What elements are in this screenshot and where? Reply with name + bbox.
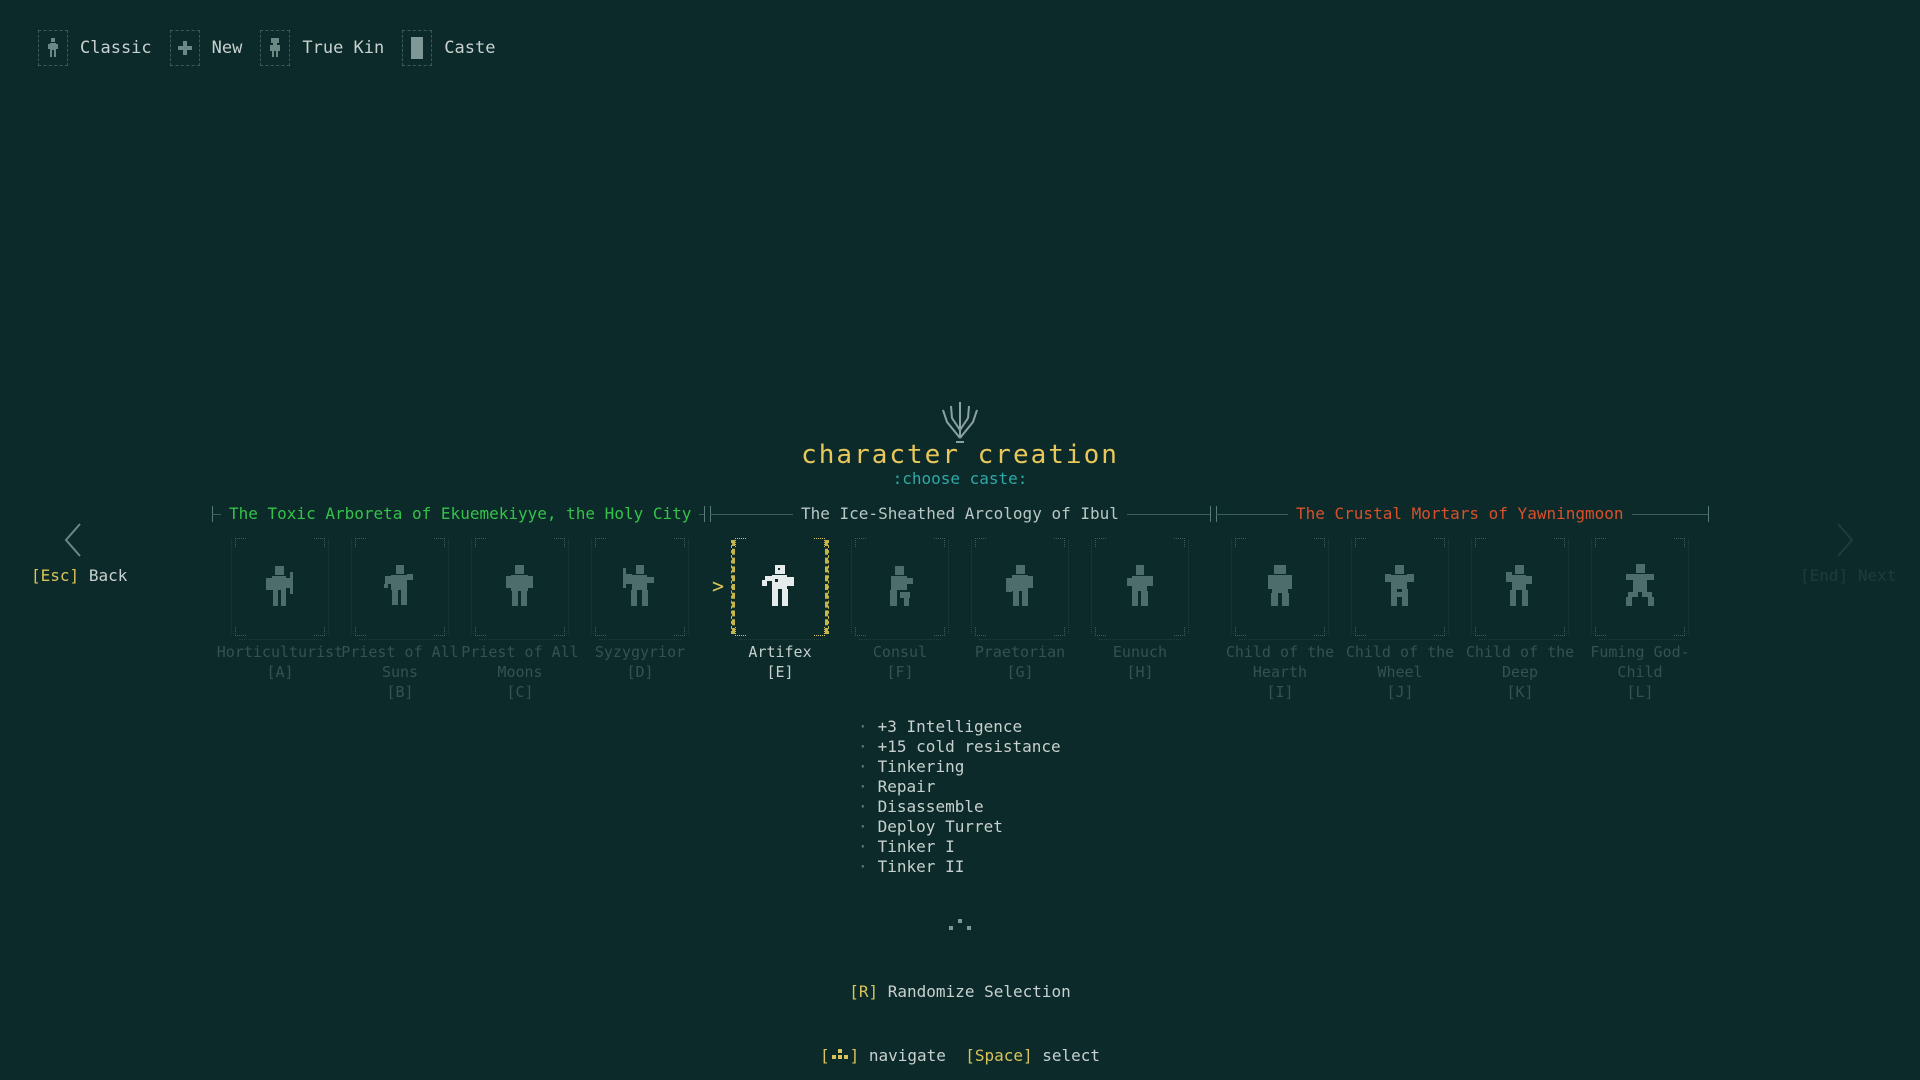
back-button[interactable]: [Esc] Back — [31, 566, 127, 585]
ability-item: Repair — [858, 777, 1061, 797]
caste-label: Child of the Deep [K] — [1465, 643, 1575, 701]
page-subtitle: :choose caste: — [892, 469, 1028, 488]
fuming-god-child-icon — [1626, 564, 1654, 606]
randomize-button[interactable]: [R] Randomize Selection — [0, 982, 1920, 1001]
caste-card-fuming-god-child[interactable] — [1591, 534, 1689, 640]
breadcrumb-label: Caste — [444, 38, 496, 58]
chevron-left-icon[interactable] — [62, 522, 84, 562]
next-button[interactable]: [End] Next — [1800, 566, 1896, 585]
select-key: [Space] — [965, 1046, 1033, 1065]
ability-item: Tinker I — [858, 837, 1061, 857]
region-label-ekuemekiyye: The Toxic Arboreta of Ekuemekiyye, the H… — [221, 504, 700, 523]
caste-card-child-of-the-wheel[interactable] — [1351, 534, 1449, 640]
caste-label: Praetorian [G] — [974, 643, 1066, 681]
caste-card-artifex[interactable] — [731, 534, 829, 640]
page-title: character creation — [801, 440, 1119, 470]
caste-card-syzygyrior[interactable] — [591, 534, 689, 640]
priest-of-all-moons-icon — [506, 565, 533, 606]
back-label: Back — [88, 566, 128, 585]
breadcrumb-label: New — [211, 38, 243, 58]
child-of-the-wheel-icon — [1385, 565, 1414, 606]
caste-card-child-of-the-hearth[interactable] — [1231, 534, 1329, 640]
caste-card-praetorian[interactable] — [971, 534, 1069, 640]
controls-hint: [] navigate [Space] select — [0, 1046, 1920, 1065]
caste-label: Child of the Hearth [I] — [1225, 643, 1335, 701]
ornament-dots-icon — [947, 917, 973, 936]
syzygyrior-icon — [623, 565, 654, 606]
caste-label: Eunuch [H] — [1112, 643, 1168, 681]
artifex-icon — [762, 565, 794, 606]
caste-card-eunuch[interactable] — [1091, 534, 1189, 640]
back-key: [Esc] — [31, 566, 80, 585]
caste-label: Child of the Wheel [J] — [1345, 643, 1455, 701]
region-divider — [1210, 506, 1211, 522]
ability-item: Deploy Turret — [858, 817, 1061, 837]
caste-label: Priest of All Suns [B] — [341, 643, 459, 701]
caste-label: Priest of All Moons [C] — [461, 643, 579, 701]
randomize-label: Randomize Selection — [887, 982, 1071, 1001]
breadcrumb-label: True Kin — [302, 38, 385, 58]
navigate-label: navigate — [868, 1046, 946, 1065]
horticulturist-icon — [266, 566, 293, 606]
caste-label: Consul [F] — [872, 643, 928, 681]
region-label-yawningmoon: The Crustal Mortars of Yawningmoon — [1288, 504, 1632, 523]
caste-label-selected: Artifex [E] — [748, 643, 812, 681]
plus-icon — [169, 30, 200, 66]
ability-item: +15 cold resistance — [858, 737, 1061, 757]
caste-label: Horticulturist [A] — [216, 643, 344, 681]
next-label: Next — [1857, 566, 1897, 585]
breadcrumb-item-new[interactable]: New — [169, 30, 243, 66]
caste-card-priest-of-all-moons[interactable] — [471, 534, 569, 640]
figure-icon — [38, 30, 68, 66]
breadcrumb-item-true-kin[interactable]: True Kin — [260, 30, 384, 66]
randomize-key: [R] — [849, 982, 879, 1001]
ability-item: Disassemble — [858, 797, 1061, 817]
caste-card-consul[interactable] — [851, 534, 949, 640]
ability-item: Tinkering — [858, 757, 1061, 777]
caste-card-priest-of-all-suns[interactable] — [351, 534, 449, 640]
ability-item: Tinker II — [858, 857, 1061, 877]
breadcrumb-item-caste[interactable]: Caste — [402, 30, 495, 66]
block-icon — [402, 30, 433, 66]
caste-card-child-of-the-deep[interactable] — [1471, 534, 1569, 640]
caste-abilities-list: +3 Intelligence +15 cold resistance Tink… — [858, 717, 1061, 877]
priest-of-all-suns-icon — [384, 565, 413, 605]
ability-item: +3 Intelligence — [858, 717, 1061, 737]
chevron-right-icon[interactable] — [1834, 522, 1856, 562]
eunuch-icon — [1127, 565, 1153, 606]
consul-icon — [890, 566, 913, 606]
region-divider — [1708, 506, 1709, 522]
breadcrumb-item-classic[interactable]: Classic — [38, 30, 152, 66]
caste-label: Syzygyrior [D] — [594, 643, 686, 681]
praetorian-icon — [1006, 565, 1033, 606]
select-label: select — [1042, 1046, 1101, 1065]
caste-label: Fuming God-Child [L] — [1590, 643, 1690, 701]
child-of-the-hearth-icon — [1268, 565, 1292, 606]
arrow-keys-icon: [] — [819, 1046, 860, 1065]
person-icon — [260, 30, 291, 66]
region-divider — [704, 506, 705, 522]
caste-card-horticulturist[interactable] — [231, 534, 329, 640]
breadcrumb-label: Classic — [80, 38, 152, 58]
selection-cursor: > — [712, 574, 725, 598]
breadcrumb: Classic New True Kin Caste — [38, 30, 513, 66]
region-label-ibul: The Ice-Sheathed Arcology of Ibul — [793, 504, 1127, 523]
child-of-the-deep-icon — [1506, 565, 1532, 606]
next-key: [End] — [1800, 566, 1849, 585]
